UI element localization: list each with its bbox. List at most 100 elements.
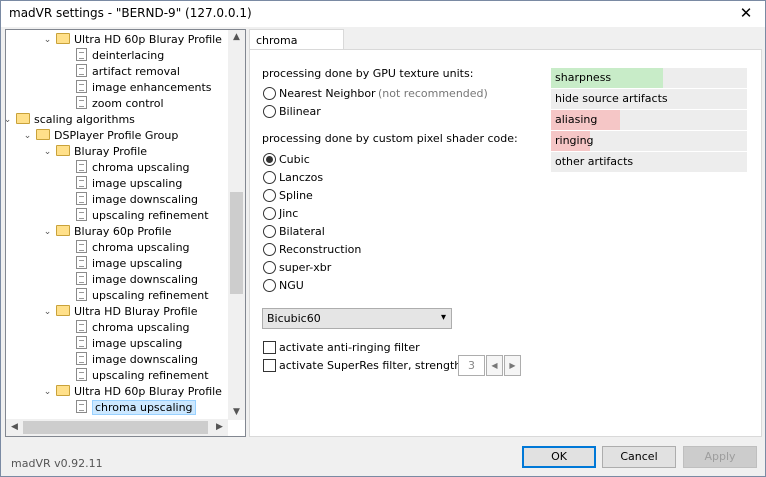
- tree-item-label: Bluray Profile: [74, 145, 148, 158]
- tree-page-item[interactable]: image downscaling: [76, 272, 198, 288]
- tree-page-item[interactable]: image upscaling: [76, 256, 182, 272]
- tree-item-label: image upscaling: [92, 337, 183, 350]
- tree-folder-item[interactable]: ⌄ Ultra HD 60p Bluray Profile: [44, 32, 222, 48]
- tree-folder-item[interactable]: ⌄ DSPlayer Profile Group: [24, 128, 178, 144]
- tree-item-label: image downscaling: [92, 273, 199, 286]
- legend-row: ringing: [551, 131, 747, 151]
- apply-button[interactable]: Apply: [683, 446, 757, 468]
- tree-horizontal-scrollbar[interactable]: ◀ ▶: [6, 419, 228, 436]
- settings-tree[interactable]: ⌄ Ultra HD 60p Bluray Profile deinterlacin…: [5, 29, 246, 437]
- tree-folder-item[interactable]: ⌄ Ultra HD Bluray Profile: [44, 304, 198, 320]
- radio-bilateral[interactable]: [263, 225, 276, 238]
- radio-label-nearest-neighbor: Nearest Neighbor: [279, 87, 376, 100]
- radio-jinc[interactable]: [263, 207, 276, 220]
- radio-label-bilinear: Bilinear: [279, 105, 321, 118]
- radio-nearest-neighbor[interactable]: [263, 87, 276, 100]
- radio-bilinear[interactable]: [263, 105, 276, 118]
- tree-item-label: Ultra HD Bluray Profile: [74, 305, 198, 318]
- filter-dropdown[interactable]: Bicubic60 ▾: [262, 308, 452, 329]
- radio-lanczos[interactable]: [263, 171, 276, 184]
- radio-label-bilateral: Bilateral: [279, 225, 325, 238]
- tree-item-label: image upscaling: [92, 177, 183, 190]
- tree-item-label: upscaling refinement: [92, 209, 209, 222]
- tree-page-item[interactable]: image downscaling: [76, 352, 198, 368]
- tree-item-label: image upscaling: [92, 257, 183, 270]
- folder-icon: [16, 113, 30, 124]
- legend-row: aliasing: [551, 110, 747, 130]
- tree-folder-item[interactable]: ⌄ scaling algorithms: [6, 112, 135, 128]
- tree-page-item[interactable]: chroma upscaling: [76, 320, 190, 336]
- page-icon: [76, 96, 87, 109]
- legend-label: aliasing: [555, 113, 598, 126]
- page-icon: [76, 176, 87, 189]
- gpu-section-heading: processing done by GPU texture units:: [262, 67, 474, 80]
- anti-ringing-checkbox[interactable]: [263, 341, 276, 354]
- tree-item-label: image downscaling: [92, 193, 199, 206]
- cancel-button[interactable]: Cancel: [602, 446, 676, 468]
- tab-chroma-upscaling[interactable]: chroma upscaling: [249, 29, 344, 60]
- scroll-up-icon[interactable]: ▲: [228, 32, 245, 42]
- tree-expander-icon[interactable]: ⌄: [43, 388, 52, 397]
- legend-label: sharpness: [555, 71, 612, 84]
- tree-page-item[interactable]: upscaling refinement: [76, 288, 209, 304]
- page-icon: [76, 256, 87, 269]
- scroll-right-icon[interactable]: ▶: [211, 422, 228, 432]
- tree-item-label: image downscaling: [92, 353, 199, 366]
- tree-page-item[interactable]: deinterlacing: [76, 48, 164, 64]
- radio-cubic[interactable]: [263, 153, 276, 166]
- tree-expander-icon[interactable]: ⌄: [43, 148, 52, 157]
- radio-ngu[interactable]: [263, 279, 276, 292]
- close-icon[interactable]: ✕: [735, 3, 757, 23]
- tree-page-item[interactable]: zoom control: [76, 96, 164, 112]
- strength-spinner-value[interactable]: 3: [458, 355, 485, 376]
- page-icon: [76, 336, 87, 349]
- tree-folder-item[interactable]: ⌄ Bluray 60p Profile: [44, 224, 172, 240]
- tree-page-item[interactable]: chroma upscaling: [76, 160, 190, 176]
- radio-reconstruction[interactable]: [263, 243, 276, 256]
- shader-section-heading: processing done by custom pixel shader c…: [262, 132, 518, 145]
- tree-page-item[interactable]: artifact removal: [76, 64, 180, 80]
- tree-folder-item[interactable]: ⌄ Ultra HD 60p Bluray Profile: [44, 384, 222, 400]
- tree-scroll-thumb[interactable]: [230, 192, 243, 294]
- tree-expander-icon[interactable]: ⌄: [43, 308, 52, 317]
- tree-vertical-scrollbar[interactable]: ▲ ▼: [228, 30, 245, 420]
- tree-item-label: scaling algorithms: [34, 113, 135, 126]
- tree-page-item[interactable]: image downscaling: [76, 192, 198, 208]
- radio-spline[interactable]: [263, 189, 276, 202]
- tree-item-label: deinterlacing: [92, 49, 165, 62]
- page-icon: [76, 64, 87, 77]
- tree-expander-icon[interactable]: ⌄: [43, 36, 52, 45]
- radio-super-xbr[interactable]: [263, 261, 276, 274]
- legend-label: hide source artifacts: [555, 92, 668, 105]
- tree-item-label: image enhancements: [92, 81, 212, 94]
- superres-checkbox[interactable]: [263, 359, 276, 372]
- page-icon: [76, 368, 87, 381]
- tree-page-item[interactable]: image upscaling: [76, 336, 182, 352]
- tree-page-item[interactable]: upscaling refinement: [76, 208, 209, 224]
- tree-expander-icon[interactable]: ⌄: [23, 132, 32, 141]
- tree-page-item[interactable]: image upscaling: [76, 176, 182, 192]
- radio-label-jinc: Jinc: [279, 207, 299, 220]
- tree-expander-icon[interactable]: ⌄: [43, 228, 52, 237]
- strength-increase-icon[interactable]: ▶: [504, 355, 521, 376]
- tree-page-item[interactable]: chroma upscaling: [76, 240, 190, 256]
- tree-item-label: artifact removal: [92, 65, 180, 78]
- page-icon: [76, 288, 87, 301]
- tree-item-label: chroma upscaling: [92, 241, 190, 254]
- tree-page-item[interactable]: image enhancements: [76, 80, 212, 96]
- tree-expander-icon[interactable]: ⌄: [6, 116, 12, 125]
- tree-item-label: Bluray 60p Profile: [74, 225, 172, 238]
- tree-hscroll-thumb[interactable]: [23, 421, 208, 434]
- tree-folder-item[interactable]: ⌄ Bluray Profile: [44, 144, 148, 160]
- scroll-left-icon[interactable]: ◀: [6, 422, 23, 432]
- tree-page-item[interactable]: upscaling refinement: [76, 368, 209, 384]
- ok-button[interactable]: OK: [522, 446, 596, 468]
- strength-decrease-icon[interactable]: ◀: [486, 355, 503, 376]
- tree-item-label: chroma upscaling: [92, 400, 196, 415]
- title-bar: madVR settings - "BERND-9" (127.0.0.1) ✕: [1, 1, 765, 27]
- scroll-down-icon[interactable]: ▼: [228, 407, 245, 417]
- tree-page-item[interactable]: chroma upscaling: [76, 400, 196, 416]
- legend-label: ringing: [555, 134, 594, 147]
- version-label: madVR v0.92.11: [11, 457, 103, 470]
- page-icon: [76, 208, 87, 221]
